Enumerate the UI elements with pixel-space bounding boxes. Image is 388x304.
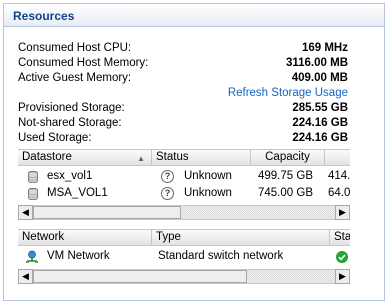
datastore-extra: 64.0 xyxy=(328,187,350,199)
stat-label-provisioned: Provisioned Storage: xyxy=(18,102,125,114)
stat-value-used: 224.16 GB xyxy=(292,132,348,144)
column-status[interactable]: Sta xyxy=(330,230,350,246)
stat-value-provisioned: 285.55 GB xyxy=(292,102,348,114)
stat-value-host-memory: 3116.00 MB xyxy=(285,57,348,69)
sort-arrow-icon: ▲ xyxy=(137,154,145,163)
stat-label-used: Used Storage: xyxy=(18,132,92,144)
help-icon: ? xyxy=(161,170,174,183)
network-name: VM Network xyxy=(47,250,110,262)
help-icon: ? xyxy=(161,187,174,200)
network-table: Network Type Sta VM Network Standard swi… xyxy=(18,229,350,269)
stat-label-not-shared: Not-shared Storage: xyxy=(18,117,122,129)
datastore-table: Datastore ▲ Status Capacity esx_vol1 ? U… xyxy=(18,149,350,205)
resources-panel: Resources Consumed Host CPU: 169 MHz Con… xyxy=(3,3,385,301)
datastore-table-header: Datastore ▲ Status Capacity xyxy=(18,149,350,166)
check-icon xyxy=(336,251,348,263)
datastore-status: Unknown xyxy=(184,170,232,182)
column-status[interactable]: Status xyxy=(152,150,251,166)
stat-label-cpu: Consumed Host CPU: xyxy=(18,42,132,54)
column-datastore[interactable]: Datastore ▲ xyxy=(18,150,152,166)
datastore-name: MSA_VOL1 xyxy=(47,187,108,199)
panel-title: Resources xyxy=(13,9,75,23)
column-capacity-label: Capacity xyxy=(265,151,310,163)
column-network[interactable]: Network xyxy=(18,230,152,246)
refresh-storage-link[interactable]: Refresh Storage Usage xyxy=(228,87,348,99)
network-type: Standard switch network xyxy=(158,250,284,262)
arrow-right-icon[interactable]: ▶ xyxy=(335,205,350,220)
stat-label-guest-memory: Active Guest Memory: xyxy=(18,72,132,84)
stat-value-cpu: 169 MHz xyxy=(301,42,348,54)
arrow-left-icon[interactable]: ◀ xyxy=(18,269,33,284)
scroll-thumb[interactable] xyxy=(33,270,247,283)
network-icon xyxy=(26,250,38,263)
column-datastore-label: Datastore xyxy=(22,151,72,163)
datastore-name: esx_vol1 xyxy=(47,170,93,182)
stat-value-not-shared: 224.16 GB xyxy=(292,117,348,129)
scroll-thumb[interactable] xyxy=(33,206,181,219)
datastore-status: Unknown xyxy=(184,187,232,199)
stat-value-guest-memory: 409.00 MB xyxy=(291,72,348,84)
panel-header: Resources xyxy=(4,4,384,27)
datastore-capacity: 745.00 GB xyxy=(258,187,313,199)
arrow-right-icon[interactable]: ▶ xyxy=(335,269,350,284)
arrow-left-icon[interactable]: ◀ xyxy=(18,205,33,220)
column-capacity[interactable]: Capacity xyxy=(251,150,325,166)
column-status-label: Sta xyxy=(334,231,350,243)
table-row[interactable]: VM Network Standard switch network xyxy=(18,249,350,266)
network-hscrollbar[interactable]: ◀ ▶ xyxy=(18,269,350,284)
database-icon xyxy=(28,171,38,183)
network-table-header: Network Type Sta xyxy=(18,229,350,246)
table-row[interactable]: MSA_VOL1 ? Unknown 745.00 GB 64.0 xyxy=(18,186,350,203)
stat-label-host-memory: Consumed Host Memory: xyxy=(18,57,149,69)
datastore-extra: 414.0 xyxy=(328,170,350,182)
column-status-label: Status xyxy=(156,151,189,163)
column-type[interactable]: Type xyxy=(152,230,330,246)
table-row[interactable]: esx_vol1 ? Unknown 499.75 GB 414.0 xyxy=(18,169,350,186)
column-type-label: Type xyxy=(156,231,181,243)
database-icon xyxy=(28,188,38,200)
column-network-label: Network xyxy=(22,231,65,243)
datastore-hscrollbar[interactable]: ◀ ▶ xyxy=(18,205,350,220)
datastore-capacity: 499.75 GB xyxy=(258,170,313,182)
